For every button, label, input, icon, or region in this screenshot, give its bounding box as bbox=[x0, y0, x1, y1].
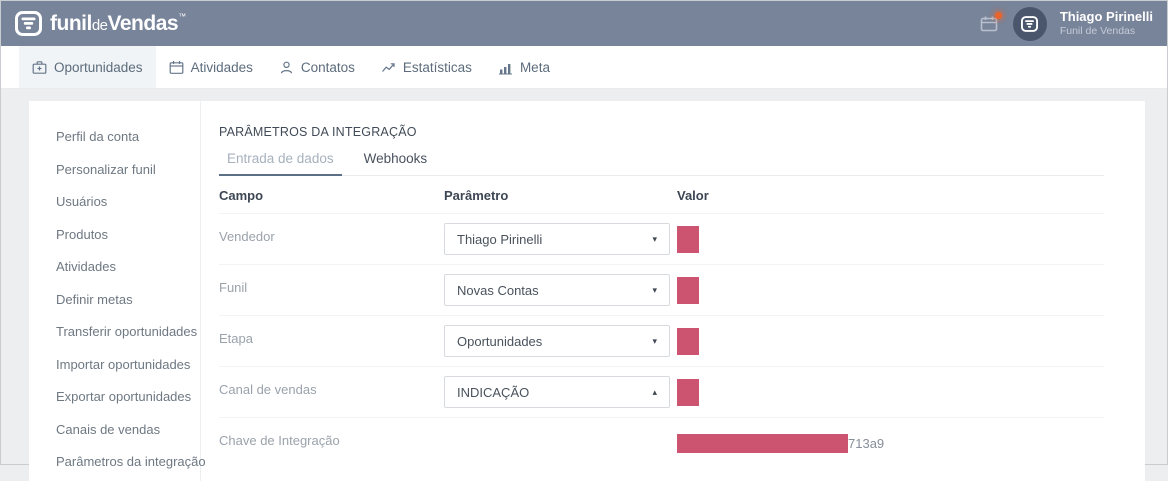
redacted-value-block bbox=[677, 226, 699, 253]
app-logo[interactable]: funildeVendas™ bbox=[15, 11, 186, 36]
tab-entrada-de-dados[interactable]: Entrada de dados bbox=[219, 147, 342, 176]
redacted-value-block bbox=[677, 328, 699, 355]
calendar-notification-icon[interactable] bbox=[980, 15, 1000, 33]
user-org: Funil de Vendas bbox=[1060, 25, 1153, 38]
table-row: Etapa Oportunidades ▾ bbox=[219, 315, 1104, 366]
redacted-value-block bbox=[677, 379, 699, 406]
tab-label: Atividades bbox=[191, 60, 253, 75]
integration-content: PARÂMETROS DA INTEGRAÇÃO Entrada de dado… bbox=[201, 101, 1145, 481]
sidebar-item-parametros-integracao[interactable]: Parâmetros da integração bbox=[29, 446, 200, 479]
select-value: INDICAÇÃO bbox=[457, 385, 529, 400]
tab-webhooks[interactable]: Webhooks bbox=[356, 147, 436, 175]
canal-de-vendas-select[interactable]: INDICAÇÃO ▴ bbox=[444, 376, 670, 408]
field-label: Etapa bbox=[219, 325, 444, 346]
redacted-value-block bbox=[677, 277, 699, 304]
settings-panel: Perfil da conta Personalizar funil Usuár… bbox=[29, 101, 1145, 481]
chevron-down-icon: ▾ bbox=[652, 285, 657, 296]
user-menu[interactable]: Thiago Pirinelli Funil de Vendas bbox=[1060, 9, 1153, 38]
chevron-down-icon: ▾ bbox=[652, 336, 657, 347]
sidebar-item-exportar-oportunidades[interactable]: Exportar oportunidades bbox=[29, 381, 200, 414]
table-row: Chave de Integração 713a9 bbox=[219, 417, 1104, 468]
main-nav: Oportunidades Atividades Contatos E bbox=[1, 46, 1167, 89]
sidebar-item-personalizar-funil[interactable]: Personalizar funil bbox=[29, 154, 200, 187]
tab-meta[interactable]: Meta bbox=[485, 46, 563, 88]
vendedor-select[interactable]: Thiago Pirinelli ▾ bbox=[444, 223, 670, 255]
col-header-parametro: Parâmetro bbox=[444, 188, 677, 203]
field-label: Chave de Integração bbox=[219, 427, 444, 448]
page-title: PARÂMETROS DA INTEGRAÇÃO bbox=[219, 125, 1104, 139]
tab-label: Meta bbox=[520, 60, 550, 75]
sidebar-item-perfil-da-conta[interactable]: Perfil da conta bbox=[29, 121, 200, 154]
notification-dot bbox=[995, 12, 1002, 19]
col-header-campo: Campo bbox=[219, 188, 444, 203]
integration-tabs: Entrada de dados Webhooks bbox=[219, 147, 1104, 176]
contact-icon bbox=[279, 60, 294, 75]
table-row: Vendedor Thiago Pirinelli ▾ bbox=[219, 213, 1104, 264]
tab-label: Oportunidades bbox=[54, 60, 143, 75]
chevron-up-icon: ▴ bbox=[652, 387, 657, 398]
tab-contatos[interactable]: Contatos bbox=[266, 46, 368, 88]
app-logo-text: funildeVendas™ bbox=[50, 12, 186, 36]
redacted-value-bar bbox=[677, 434, 848, 453]
funil-select[interactable]: Novas Contas ▾ bbox=[444, 274, 670, 306]
tab-label: Contatos bbox=[301, 60, 355, 75]
tab-atividades[interactable]: Atividades bbox=[156, 46, 266, 88]
user-name: Thiago Pirinelli bbox=[1060, 9, 1153, 25]
select-value: Oportunidades bbox=[457, 334, 542, 349]
sidebar-item-usuarios[interactable]: Usuários bbox=[29, 186, 200, 219]
settings-sidebar: Perfil da conta Personalizar funil Usuár… bbox=[29, 101, 201, 481]
calendar-icon bbox=[169, 60, 184, 75]
integration-key-value: 713a9 bbox=[677, 434, 1104, 453]
field-label: Funil bbox=[219, 274, 444, 295]
bar-chart-icon bbox=[498, 60, 513, 75]
table-row: Canal de vendas INDICAÇÃO ▴ bbox=[219, 366, 1104, 417]
sidebar-item-produtos[interactable]: Produtos bbox=[29, 219, 200, 252]
col-header-valor: Valor bbox=[677, 188, 1104, 203]
funnel-logo-icon bbox=[15, 11, 42, 36]
field-label: Vendedor bbox=[219, 223, 444, 244]
avatar[interactable] bbox=[1013, 7, 1047, 41]
tab-oportunidades[interactable]: Oportunidades bbox=[19, 46, 156, 88]
tab-label: Estatísticas bbox=[403, 60, 472, 75]
etapa-select[interactable]: Oportunidades ▾ bbox=[444, 325, 670, 357]
sidebar-item-definir-metas[interactable]: Definir metas bbox=[29, 284, 200, 317]
sidebar-item-importar-oportunidades[interactable]: Importar oportunidades bbox=[29, 349, 200, 382]
field-label: Canal de vendas bbox=[219, 376, 444, 397]
sidebar-item-atividades[interactable]: Atividades bbox=[29, 251, 200, 284]
chevron-down-icon: ▾ bbox=[652, 234, 657, 245]
table-header: Campo Parâmetro Valor bbox=[219, 176, 1104, 213]
select-value: Novas Contas bbox=[457, 283, 539, 298]
table-row: Funil Novas Contas ▾ bbox=[219, 264, 1104, 315]
avatar-funnel-icon bbox=[1021, 16, 1038, 32]
briefcase-icon bbox=[32, 60, 47, 75]
sidebar-item-transferir-oportunidades[interactable]: Transferir oportunidades bbox=[29, 316, 200, 349]
tab-estatisticas[interactable]: Estatísticas bbox=[368, 46, 485, 88]
integration-key-suffix: 713a9 bbox=[848, 436, 884, 451]
trend-line-icon bbox=[381, 60, 396, 75]
sidebar-item-canais-de-vendas[interactable]: Canais de vendas bbox=[29, 414, 200, 447]
select-value: Thiago Pirinelli bbox=[457, 232, 542, 247]
app-header: funildeVendas™ Thiago Pirinell bbox=[1, 1, 1167, 46]
